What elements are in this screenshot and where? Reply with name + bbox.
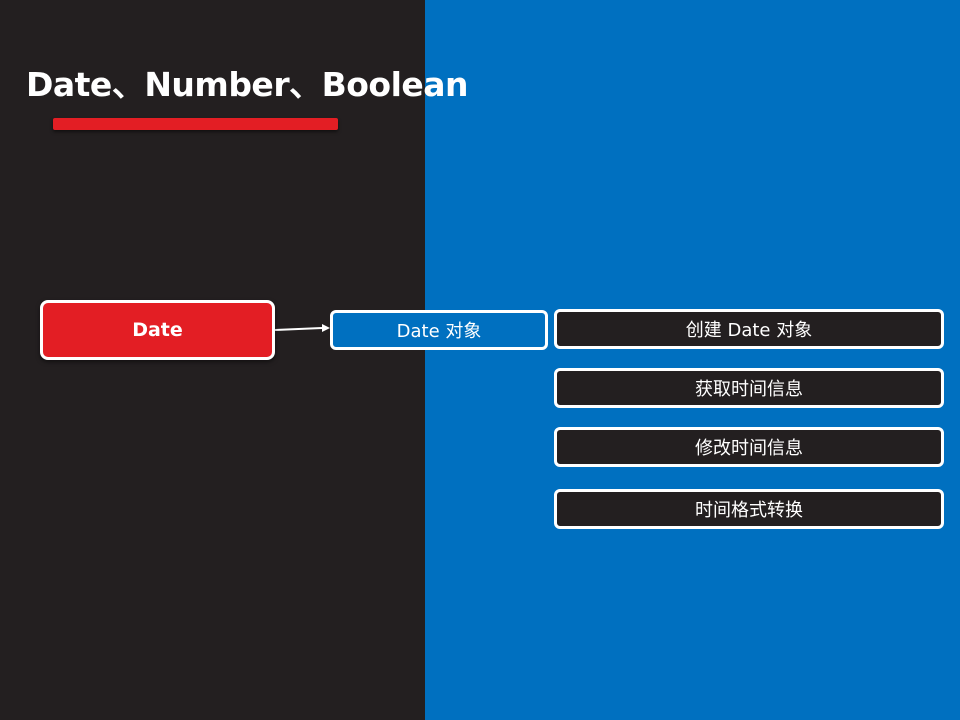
node-date-object-label: Date 对象: [396, 321, 482, 342]
connector-arrow: [274, 324, 330, 332]
arrowhead-icon: [322, 324, 330, 332]
node-create-date-object: 创建 Date 对象: [554, 309, 944, 349]
node-leaf-label: 时间格式转换: [695, 500, 803, 521]
title-underline: [53, 118, 338, 130]
node-modify-time-info: 修改时间信息: [554, 427, 944, 467]
node-leaf-label: 获取时间信息: [695, 379, 803, 400]
node-time-format-conversion: 时间格式转换: [554, 489, 944, 529]
node-leaf-label: 创建 Date 对象: [685, 320, 813, 341]
node-date-label: Date: [132, 319, 183, 341]
node-leaf-label: 修改时间信息: [695, 438, 803, 459]
slide-title: Date、Number、Boolean: [26, 65, 469, 104]
node-get-time-info: 获取时间信息: [554, 368, 944, 408]
node-date: Date: [40, 300, 275, 360]
connector-line: [274, 327, 323, 331]
node-date-object: Date 对象: [330, 310, 548, 350]
